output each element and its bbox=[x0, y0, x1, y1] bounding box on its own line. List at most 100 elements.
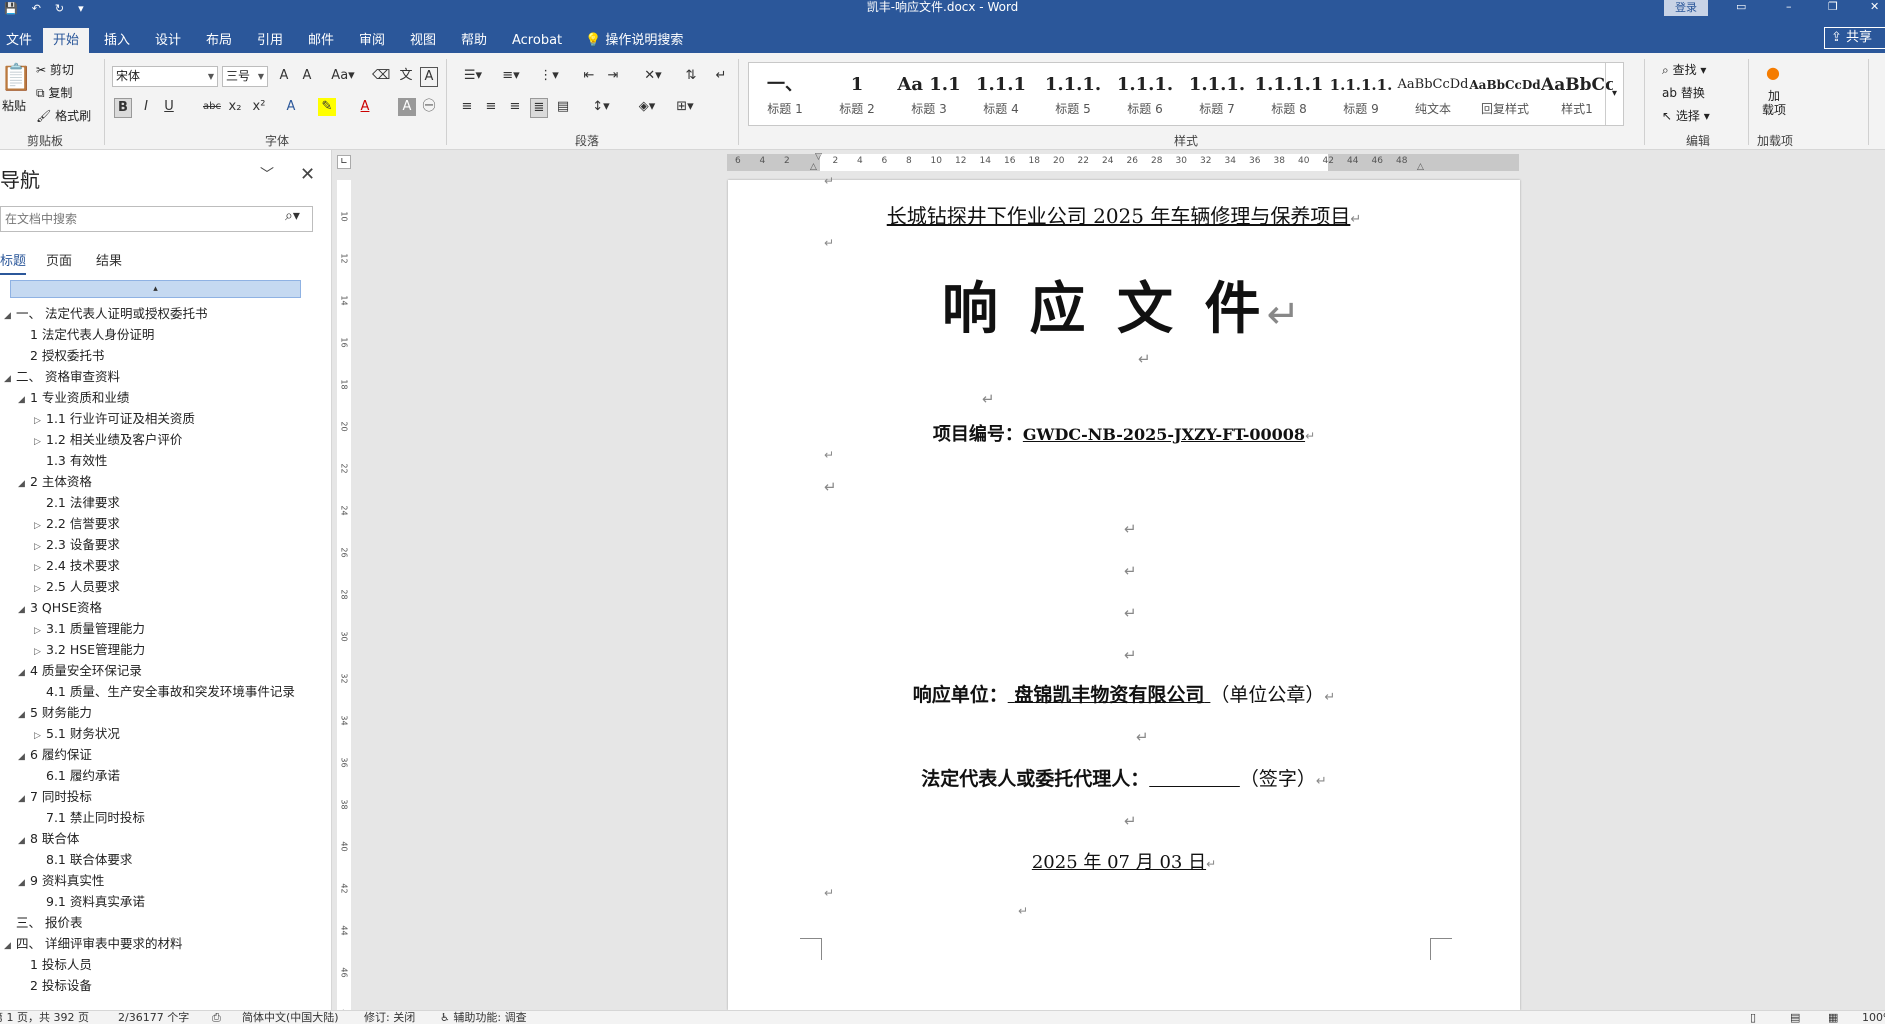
nav-heading-item[interactable]: 7.1 禁止同时投标 bbox=[34, 808, 145, 828]
expand-icon[interactable]: ▷ bbox=[34, 642, 46, 662]
nav-heading-item[interactable]: ◢ 3 QHSE资格 bbox=[18, 598, 102, 618]
nav-tab-results[interactable]: 结果 bbox=[96, 250, 122, 269]
nav-heading-item[interactable]: ▷ 2.4 技术要求 bbox=[34, 556, 120, 576]
nav-heading-item[interactable]: 8.1 联合体要求 bbox=[34, 850, 132, 870]
collapse-icon[interactable]: ◢ bbox=[18, 789, 30, 809]
tab-acrobat[interactable]: Acrobat bbox=[502, 28, 572, 53]
nav-heading-item[interactable]: ◢ 8 联合体 bbox=[18, 829, 79, 849]
nav-search-input[interactable]: 在文档中搜索 bbox=[0, 206, 313, 232]
char-shading-icon[interactable]: A bbox=[398, 98, 416, 116]
nav-heading-item[interactable]: ▷ 2.2 信誉要求 bbox=[34, 514, 120, 534]
decrease-indent-icon[interactable]: ⇤ bbox=[580, 67, 598, 85]
nav-heading-item[interactable]: ◢ 四、 详细评审表中要求的材料 bbox=[4, 934, 182, 954]
style-heading-9[interactable]: 1.1.1.1. 标题 9 bbox=[1325, 63, 1397, 125]
tab-review[interactable]: 审阅 bbox=[349, 28, 395, 53]
page-count[interactable]: 第 1 页，共 392 页 bbox=[0, 1011, 89, 1024]
expand-icon[interactable]: ▷ bbox=[34, 537, 46, 557]
login-button[interactable]: 登录 bbox=[1664, 0, 1708, 16]
collapse-icon[interactable]: ◢ bbox=[18, 705, 30, 725]
style-reply[interactable]: AaBbCcDd 回复样式 bbox=[1469, 63, 1541, 125]
expand-icon[interactable]: ▷ bbox=[34, 558, 46, 578]
underline-icon[interactable]: U bbox=[160, 98, 178, 116]
signature-blank[interactable] bbox=[1149, 768, 1240, 790]
right-indent-marker[interactable]: △ bbox=[1417, 162, 1424, 172]
tell-me-search[interactable]: 💡 操作说明搜索 bbox=[585, 28, 683, 53]
tab-references[interactable]: 引用 bbox=[247, 28, 293, 53]
nav-heading-item[interactable]: ▷ 2.3 设备要求 bbox=[34, 535, 120, 555]
enclose-char-icon[interactable]: ㊀ bbox=[420, 98, 438, 116]
chevron-down-icon[interactable]: ﹀ bbox=[260, 164, 274, 184]
shading-icon[interactable]: ◈▾ bbox=[632, 98, 662, 116]
nav-heading-item[interactable]: ◢ 4 质量安全环保记录 bbox=[18, 661, 142, 681]
collapse-icon[interactable]: ◢ bbox=[4, 306, 16, 326]
nav-heading-item[interactable]: ◢ 二、 资格审查资料 bbox=[4, 367, 120, 387]
nav-heading-item[interactable]: ▷ 5.1 财务状况 bbox=[34, 724, 120, 744]
expand-icon[interactable]: ▷ bbox=[34, 579, 46, 599]
addins-button[interactable]: 加 载项 bbox=[1758, 89, 1790, 117]
char-border-icon[interactable]: A bbox=[420, 67, 438, 87]
expand-icon[interactable]: ▷ bbox=[34, 516, 46, 536]
left-indent-marker[interactable]: △ bbox=[810, 162, 817, 172]
web-layout-icon[interactable]: ▦ bbox=[1828, 1011, 1838, 1024]
share-button[interactable]: ⇪ 共享 bbox=[1824, 27, 1885, 49]
search-icon[interactable]: ⌕▾ bbox=[285, 208, 300, 224]
multilevel-list-icon[interactable]: ⋮▾ bbox=[534, 67, 564, 85]
accessibility-status[interactable]: ♿ 辅助功能: 调查 bbox=[440, 1011, 527, 1024]
nav-heading-item[interactable]: ▷ 2.5 人员要求 bbox=[34, 577, 120, 597]
expand-icon[interactable]: ▷ bbox=[34, 621, 46, 641]
style-heading-1[interactable]: 一、 标题 1 bbox=[749, 63, 821, 125]
expand-icon[interactable]: ▷ bbox=[34, 432, 46, 452]
expand-icon[interactable]: ▷ bbox=[34, 726, 46, 746]
nav-heading-item[interactable]: 6.1 履约承诺 bbox=[34, 766, 120, 786]
nav-heading-item[interactable]: ◢ 6 履约保证 bbox=[18, 745, 92, 765]
format-painter-button[interactable]: 🖌 格式刷 bbox=[36, 107, 91, 124]
tab-home[interactable]: 开始 bbox=[43, 28, 90, 53]
nav-heading-item[interactable]: 2 投标设备 bbox=[18, 976, 92, 996]
language-status[interactable]: 简体中文(中国大陆) bbox=[242, 1011, 339, 1024]
nav-heading-item[interactable]: ◢ 2 主体资格 bbox=[18, 472, 92, 492]
bold-icon[interactable]: B bbox=[114, 98, 132, 118]
phonetic-guide-icon[interactable]: 文 bbox=[397, 67, 415, 85]
nav-heading-item[interactable]: 1 法定代表人身份证明 bbox=[18, 325, 154, 345]
numbering-icon[interactable]: ≡▾ bbox=[496, 67, 526, 85]
collapse-icon[interactable]: ◢ bbox=[4, 369, 16, 389]
char-scaling-icon[interactable]: ✕▾ bbox=[638, 67, 668, 85]
collapse-icon[interactable]: ◢ bbox=[18, 747, 30, 767]
replace-button[interactable]: ab 替换 bbox=[1662, 84, 1705, 101]
minimize-icon[interactable]: – bbox=[1786, 0, 1792, 14]
show-marks-icon[interactable]: ↵ bbox=[712, 67, 730, 85]
tab-selector[interactable]: ∟ bbox=[337, 155, 351, 169]
line-spacing-icon[interactable]: ↕▾ bbox=[586, 98, 616, 116]
nav-heading-item[interactable]: 2 授权委托书 bbox=[18, 346, 104, 366]
track-changes-status[interactable]: 修订: 关闭 bbox=[364, 1011, 415, 1024]
superscript-icon[interactable]: x² bbox=[250, 98, 268, 116]
nav-selected-heading[interactable]: ▴ bbox=[10, 280, 301, 298]
nav-tab-pages[interactable]: 页面 bbox=[46, 250, 72, 269]
paste-icon[interactable]: 📋 bbox=[0, 63, 32, 93]
nav-tab-headings[interactable]: 标题 bbox=[0, 250, 27, 275]
nav-heading-item[interactable]: ▷ 1.2 相关业绩及客户评价 bbox=[34, 430, 182, 450]
collapse-icon[interactable]: ◢ bbox=[18, 390, 30, 410]
tab-file[interactable]: 文件 bbox=[0, 28, 42, 53]
font-name-combo[interactable]: 宋体 ▼ bbox=[112, 66, 218, 87]
close-icon[interactable]: ✕ bbox=[300, 164, 315, 185]
nav-heading-item[interactable]: 三、 报价表 bbox=[4, 913, 82, 933]
nav-heading-item[interactable]: ▷ 1.1 行业许可证及相关资质 bbox=[34, 409, 195, 429]
document-page[interactable]: ↵ 长城钻探井下作业公司 2025 年车辆修理与保养项目↵ ↵ 响 应 文 件↵… bbox=[728, 174, 1520, 1010]
collapse-icon[interactable]: ◢ bbox=[18, 663, 30, 683]
nav-heading-item[interactable]: 1.3 有效性 bbox=[34, 451, 107, 471]
nav-heading-item[interactable]: 1 投标人员 bbox=[18, 955, 92, 975]
shrink-font-icon[interactable]: A bbox=[298, 67, 316, 85]
paste-button[interactable]: 粘贴 bbox=[2, 97, 26, 114]
font-color-icon[interactable]: A bbox=[356, 98, 374, 116]
tab-help[interactable]: 帮助 bbox=[451, 28, 497, 53]
select-button[interactable]: ↖ 选择 ▾ bbox=[1662, 107, 1710, 124]
style-1[interactable]: AaBbCc 样式1 bbox=[1541, 63, 1613, 125]
increase-indent-icon[interactable]: ⇥ bbox=[604, 67, 622, 85]
style-heading-6[interactable]: 1.1.1. 标题 6 bbox=[1109, 63, 1181, 125]
style-heading-7[interactable]: 1.1.1. 标题 7 bbox=[1181, 63, 1253, 125]
collapse-icon[interactable]: ◢ bbox=[18, 474, 30, 494]
expand-icon[interactable]: ▷ bbox=[34, 411, 46, 431]
find-button[interactable]: ⌕ 查找 ▾ bbox=[1662, 61, 1706, 78]
copy-button[interactable]: ⧉ 复制 bbox=[36, 84, 72, 101]
